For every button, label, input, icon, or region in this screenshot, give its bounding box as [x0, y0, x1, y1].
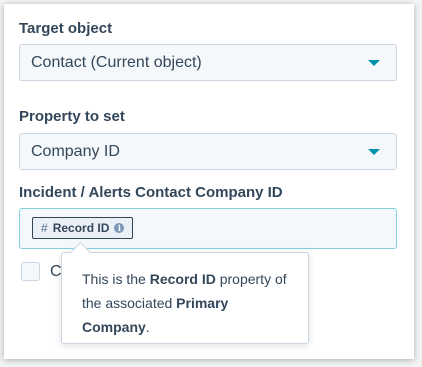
- action-config-panel: Target object Contact (Current object) P…: [4, 4, 414, 359]
- property-value-field[interactable]: # Record ID i: [19, 208, 397, 249]
- hash-icon: #: [41, 221, 48, 235]
- record-id-token[interactable]: # Record ID i: [32, 217, 134, 239]
- caret-down-icon: [368, 149, 380, 155]
- property-to-set-label: Property to set: [19, 108, 125, 125]
- record-id-tooltip: This is the Record ID property of the as…: [61, 241, 309, 344]
- tooltip-bold-record-id: Record ID: [149, 271, 216, 287]
- tooltip-text-3: .: [145, 319, 150, 335]
- field-label: Incident / Alerts Contact Company ID: [19, 184, 283, 201]
- checkbox-label: C: [50, 263, 62, 280]
- target-object-select[interactable]: Contact (Current object): [19, 44, 397, 81]
- caret-down-icon: [368, 60, 380, 66]
- property-to-set-value: Company ID: [31, 143, 120, 160]
- info-icon[interactable]: i: [114, 223, 125, 233]
- tooltip-text-1: This is the: [82, 271, 150, 287]
- target-object-value: Contact (Current object): [31, 54, 202, 71]
- option-checkbox[interactable]: [21, 262, 40, 281]
- target-object-label: Target object: [19, 20, 113, 37]
- token-label: Record ID: [52, 221, 110, 235]
- property-to-set-select[interactable]: Company ID: [19, 133, 397, 170]
